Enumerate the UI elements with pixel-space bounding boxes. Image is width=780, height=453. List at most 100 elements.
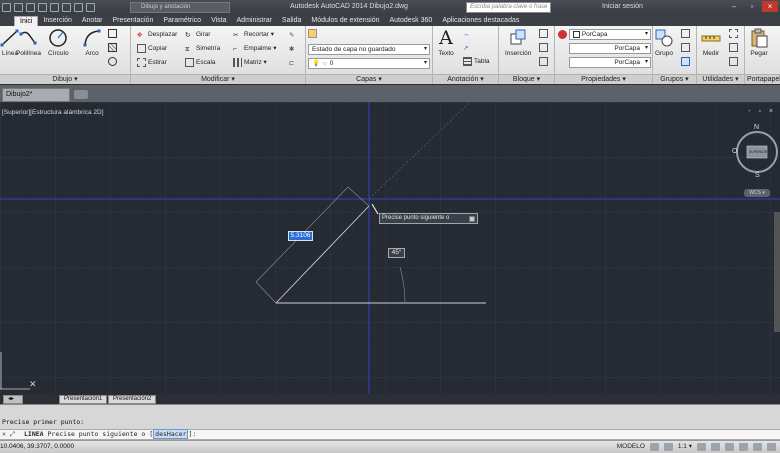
drawing-area[interactable]: ✕ [Superior][Estructura alámbrica 2D] - … [0, 102, 780, 394]
redo-icon[interactable] [86, 3, 95, 12]
layer-dropdown[interactable]: 💡 ☼ 0 [308, 58, 430, 69]
save-as-icon[interactable] [50, 3, 59, 12]
erase-icon[interactable]: ✎ [289, 29, 300, 40]
insert-tool[interactable]: Inserción [505, 28, 531, 57]
rectangle-icon[interactable] [108, 28, 119, 39]
panel-block-title[interactable]: Bloque ▾ [499, 74, 554, 84]
annotation-scale[interactable]: 1:1 ▾ [678, 441, 692, 453]
dynamic-angle-input[interactable]: 45° [388, 248, 405, 258]
calculator-icon[interactable] [729, 56, 740, 67]
scale-button[interactable]: Escala [185, 57, 216, 68]
layout-tab-1[interactable]: Presentación1 [59, 395, 108, 404]
leader-icon[interactable]: ↗ [463, 42, 474, 53]
offset-icon[interactable]: ⊏ [289, 57, 300, 68]
tab-parametrico[interactable]: Paramétrico [158, 16, 206, 26]
linetype-dropdown[interactable]: PorCapa [569, 57, 651, 68]
command-line[interactable]: ✕ ⤢ LINEA Precise punto siguiente o [des… [0, 429, 780, 440]
wcs-menu[interactable]: WCS ▾ [744, 189, 770, 197]
tab-model-nav[interactable]: ◂▸ [3, 395, 23, 404]
dynamic-length-input[interactable]: 5.3106 [288, 231, 313, 241]
command-line-close-icon[interactable]: ✕ ⤢ [2, 430, 15, 439]
undo-option[interactable]: desHacer [153, 429, 189, 439]
app-menu-icon[interactable] [2, 3, 11, 12]
mirror-button[interactable]: ⧖ Simetría [185, 43, 220, 54]
layer-state-dropdown[interactable]: Estado de capa no guardado [308, 44, 430, 55]
lock-icon[interactable] [725, 443, 734, 451]
copy-button[interactable]: Copiar [137, 43, 167, 54]
tab-aplicaciones[interactable]: Aplicaciones destacadas [437, 16, 524, 26]
maximize-button[interactable]: ▫ [744, 1, 760, 12]
dimension-icon[interactable]: ↔ [463, 28, 474, 39]
arc-tool[interactable]: Arco [82, 28, 102, 57]
panel-draw-title[interactable]: Dibujo ▾ [0, 74, 130, 84]
quick-select-icon[interactable] [729, 42, 740, 53]
explode-icon[interactable]: ✱ [289, 43, 300, 54]
tab-insercion[interactable]: Inserción [38, 16, 76, 26]
tab-modulos[interactable]: Módulos de extensión [306, 16, 384, 26]
close-button[interactable]: × [762, 1, 778, 12]
group-select-icon[interactable] [681, 56, 692, 67]
layout-icon[interactable] [649, 443, 659, 451]
ungroup-icon[interactable] [681, 28, 692, 39]
panel-modify-title[interactable]: Modificar ▾ [131, 74, 305, 84]
color-dropdown[interactable]: PorCapa [569, 29, 651, 40]
new-icon[interactable] [14, 3, 23, 12]
customize-icon[interactable] [767, 443, 776, 451]
paste-tool[interactable]: Pegar [749, 28, 769, 57]
select-all-icon[interactable] [729, 28, 740, 39]
group-edit-icon[interactable] [681, 42, 692, 53]
attribute-icon[interactable] [539, 56, 550, 67]
model-space-toggle[interactable]: MODELO [617, 441, 645, 453]
region-icon[interactable] [108, 56, 119, 67]
viewcube-south[interactable]: S [755, 172, 760, 179]
hatch-icon[interactable] [108, 42, 119, 53]
tab-inicio[interactable]: Inici [14, 16, 39, 26]
circle-tool[interactable]: Círculo [48, 28, 69, 57]
viewport-label[interactable]: [Superior][Estructura alámbrica 2D] [2, 109, 104, 116]
layer-properties-icon[interactable] [308, 28, 319, 39]
layout-tab-2[interactable]: Presentación2 [108, 395, 157, 404]
polyline-tool[interactable]: Polilínea [16, 28, 41, 57]
measure-tool[interactable]: Medir [701, 28, 721, 57]
trim-button[interactable]: ✂ Recortar ▾ [233, 29, 274, 40]
hardware-acceleration-icon[interactable] [739, 443, 748, 451]
array-button[interactable]: Matriz ▾ [233, 57, 267, 68]
viewcube-west[interactable]: O [732, 148, 737, 155]
annotation-scale-icon[interactable] [663, 443, 673, 451]
move-button[interactable]: ✥ Desplazar [137, 29, 177, 40]
rotate-button[interactable]: ↻ Girar [185, 29, 210, 40]
prompt-options-icon[interactable] [469, 216, 475, 222]
coordinates-readout[interactable]: 10.0406, 39.3707, 0.0000 [0, 441, 74, 453]
create-block-icon[interactable] [539, 28, 550, 39]
annotation-visibility-icon[interactable] [697, 443, 706, 451]
workspace-switch-icon[interactable] [711, 443, 720, 451]
document-tab-dibujo2[interactable]: Dibujo2* [2, 88, 70, 102]
vertical-scrollbar[interactable] [774, 212, 780, 332]
panel-annotation-title[interactable]: Anotación ▾ [433, 74, 498, 84]
minimize-button[interactable]: – [726, 1, 742, 12]
lineweight-dropdown[interactable]: PorCapa [569, 43, 651, 54]
panel-clipboard-title[interactable]: Portapapeles [745, 74, 780, 84]
edit-block-icon[interactable] [539, 42, 550, 53]
sign-in-link[interactable]: Iniciar sesión [602, 3, 643, 10]
group-tool[interactable]: Grupo [654, 28, 674, 57]
text-tool[interactable]: A Texto [436, 28, 456, 57]
tab-salida[interactable]: Salida [277, 16, 306, 26]
tab-presentacion[interactable]: Presentación [107, 16, 158, 26]
fillet-button[interactable]: ⌐ Empalme ▾ [233, 43, 277, 54]
save-icon[interactable] [38, 3, 47, 12]
open-icon[interactable] [26, 3, 35, 12]
search-input[interactable]: Escriba palabra clave o frase [466, 2, 551, 13]
new-drawing-tab-icon[interactable] [74, 90, 88, 99]
match-properties-icon[interactable] [558, 29, 569, 40]
tab-vista[interactable]: Vista [206, 16, 231, 26]
panel-layers-title[interactable]: Capas ▾ [306, 74, 432, 84]
stretch-button[interactable]: Estirar [137, 57, 167, 68]
panel-groups-title[interactable]: Grupos ▾ [653, 74, 696, 84]
isolate-objects-icon[interactable] [753, 443, 762, 451]
table-button[interactable]: Tabla [463, 56, 490, 67]
viewcube-north[interactable]: N [754, 124, 759, 131]
tab-autodesk360[interactable]: Autodesk 360 [385, 16, 438, 26]
undo-icon[interactable] [74, 3, 83, 12]
tab-anotar[interactable]: Anotar [77, 16, 108, 26]
